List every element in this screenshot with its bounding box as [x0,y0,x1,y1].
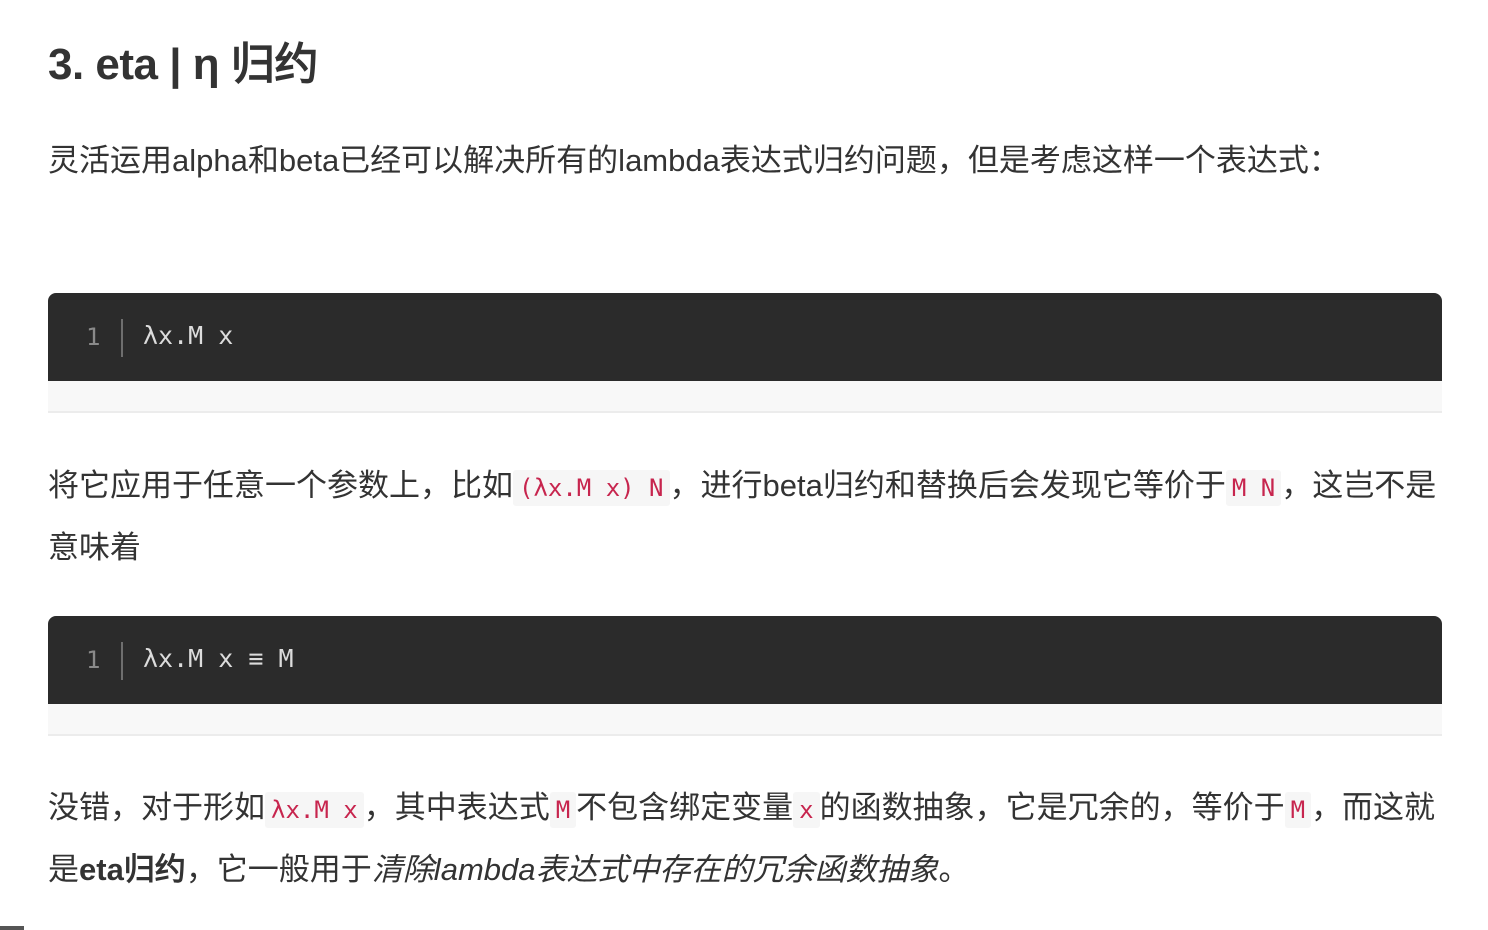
code-block-expression[interactable]: 1 λx.M x [48,293,1442,381]
intro-paragraph: 灵活运用alpha和beta已经可以解决所有的lambda表达式归约问题，但是考… [48,131,1442,191]
gutter-divider [121,319,123,357]
line-number: 1 [86,646,101,674]
text-segment: 没错，对于形如 [48,790,265,825]
text-segment: 不包含绑定变量 [576,790,794,825]
application-paragraph: 将它应用于任意一个参数上，比如 (λx.M x) N ，进行beta归约和替换后会发… [48,456,1442,578]
text-segment: 。 [938,852,970,887]
line-number: 1 [86,323,101,351]
code-block-equivalence[interactable]: 1 λx.M x ≡ M [48,616,1442,704]
inline-code: x [793,792,820,828]
conclusion-paragraph: 没错，对于形如 λx.M x ，其中表达式 M 不包含绑定变量 x 的函数抽象，它是冗余的，… [48,778,1442,900]
inline-code: M [1284,792,1312,828]
text-segment: ，进行beta归约和替换后会发现它等价于 [669,468,1226,503]
text-segment: 将它应用于任意一个参数上，比如 [48,468,513,503]
inline-code: λx.M x [265,792,364,828]
code-line: λx.M x ≡ M [143,644,294,673]
italic-phrase: 清除lambda表达式中存在的冗余函数抽象 [371,852,939,887]
section-heading: 3. eta | η 归约 [48,40,318,89]
inline-code: M N [1225,470,1282,506]
intro-text: 灵活运用alpha和beta已经可以解决所有的lambda表达式归约问题，但是考… [48,143,1340,178]
bold-term: eta归约 [79,852,186,887]
inline-code: M [549,792,577,828]
text-segment: 的函数抽象，它是冗余的，等价于 [819,790,1285,825]
text-segment: ，其中表达式 [363,790,550,825]
text-segment: ，它一般用于 [185,852,372,887]
code-line: λx.M x [143,321,234,350]
gutter-divider [121,642,123,680]
corner-mark [0,926,24,930]
inline-code: (λx.M x) N [513,470,670,506]
code-block-footer [48,704,1442,736]
code-block-footer [48,381,1442,413]
